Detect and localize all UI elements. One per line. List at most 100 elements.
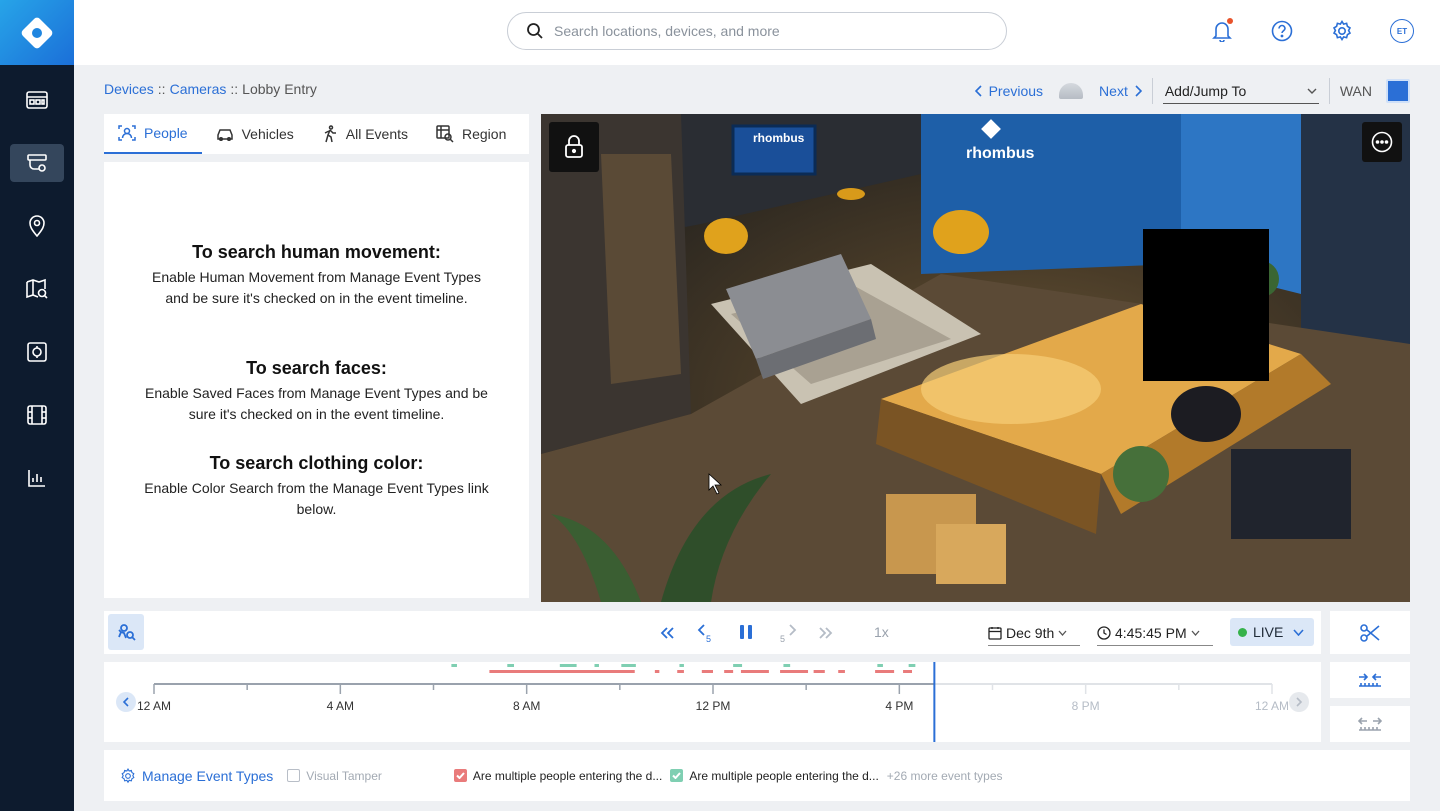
- tab-people[interactable]: People: [104, 114, 202, 154]
- left-nav: [0, 0, 74, 811]
- check-icon: [672, 772, 682, 779]
- event-mark-green: [877, 664, 883, 667]
- breadcrumb-cameras[interactable]: Cameras: [170, 81, 227, 97]
- help-clothing-color: To search clothing color: Enable Color S…: [144, 453, 489, 520]
- device-pager: Previous Next Add/Jump To WAN: [974, 78, 1410, 104]
- more-options-icon: [1371, 131, 1393, 153]
- skip-back-5-button[interactable]: 5: [694, 621, 718, 645]
- live-button[interactable]: LIVE: [1230, 618, 1314, 646]
- nav-item-reports[interactable]: [10, 459, 64, 497]
- film-icon: [27, 405, 47, 425]
- event-mark-green: [908, 664, 916, 667]
- time-picker[interactable]: 4:45:45 PM: [1097, 620, 1213, 646]
- help-human-movement: To search human movement: Enable Human M…: [144, 242, 489, 309]
- playback-controls: 5 5 1x Dec 9th 4:45:45 PM LIVE: [104, 611, 1321, 654]
- event-mark-red: [724, 670, 734, 673]
- event-mark-green: [783, 664, 791, 667]
- video-options-button[interactable]: [1362, 122, 1402, 162]
- event-label: Are multiple people entering the d...: [689, 768, 879, 783]
- event-toggle-multiple-people-red[interactable]: Are multiple people entering the d...: [453, 769, 662, 783]
- checkbox-checked[interactable]: [453, 769, 467, 782]
- global-search[interactable]: [507, 12, 1007, 50]
- checkbox-unchecked[interactable]: [287, 769, 301, 782]
- tab-label: People: [144, 125, 188, 141]
- camera-video-feed[interactable]: rhombus rhombus: [541, 114, 1410, 602]
- timeline-tick-label: 12 AM: [1255, 699, 1289, 713]
- camera-devices-icon: [27, 154, 47, 172]
- search-input[interactable]: [554, 23, 974, 39]
- event-toggle-multiple-people-green[interactable]: Are multiple people entering the d...: [670, 768, 879, 783]
- zoom-out-timeline-button[interactable]: [1330, 706, 1410, 742]
- nav-item-devices[interactable]: [10, 144, 64, 182]
- person-search-toggle[interactable]: [108, 614, 144, 650]
- playback-speed[interactable]: 1x: [874, 624, 889, 640]
- help-button[interactable]: [1270, 19, 1294, 43]
- previous-device-button[interactable]: Previous: [974, 83, 1043, 99]
- user-avatar[interactable]: ET: [1390, 19, 1414, 43]
- time-value: 4:45:45 PM: [1115, 624, 1187, 641]
- nav-item-video-wall[interactable]: [10, 396, 64, 434]
- timeline-tick-label: 12 AM: [137, 699, 171, 713]
- manage-event-types-link[interactable]: Manage Event Types: [120, 768, 273, 784]
- live-status-dot: [1238, 627, 1247, 637]
- car-icon: [216, 129, 233, 141]
- event-mark-red: [677, 670, 684, 673]
- lobby-scene: rhombus rhombus: [541, 114, 1410, 602]
- nav-item-access-control[interactable]: [10, 333, 64, 371]
- skip-forward-5-button[interactable]: 5: [776, 621, 800, 645]
- search-icon: [527, 23, 543, 39]
- nav-item-locations[interactable]: [10, 207, 64, 245]
- zoom-in-timeline-button[interactable]: [1330, 662, 1410, 698]
- nav-item-map-search[interactable]: [10, 270, 64, 308]
- event-mark-green: [559, 664, 577, 667]
- settings-button[interactable]: [1330, 19, 1354, 43]
- timeline-tick-label: 4 AM: [327, 699, 354, 713]
- next-device-button[interactable]: Next: [1099, 83, 1142, 99]
- next-label: Next: [1099, 83, 1128, 99]
- nav-item-dashboard[interactable]: [10, 81, 64, 119]
- timeline-tick-label: 4 PM: [885, 699, 913, 713]
- location-pin-icon: [29, 215, 45, 237]
- tab-label: Region: [462, 126, 507, 142]
- event-mark-red: [838, 670, 845, 673]
- event-mark-red: [654, 670, 660, 673]
- tab-all-events[interactable]: All Events: [308, 114, 422, 154]
- timeline-scroll-left: [116, 692, 136, 712]
- chevron-left-icon: [974, 85, 982, 97]
- tab-vehicles[interactable]: Vehicles: [202, 114, 308, 154]
- notifications-button[interactable]: [1210, 18, 1234, 43]
- date-value: Dec 9th: [1006, 624, 1055, 641]
- jump-forward-button[interactable]: [816, 623, 836, 643]
- add-jump-select[interactable]: Add/Jump To: [1162, 78, 1319, 104]
- dashboard-icon: [26, 91, 48, 109]
- event-mark-green: [679, 664, 684, 667]
- checkbox-checked[interactable]: [670, 769, 684, 782]
- jump-back-button[interactable]: [657, 623, 677, 643]
- event-mark-red: [875, 670, 895, 673]
- date-picker[interactable]: Dec 9th: [988, 620, 1080, 646]
- top-bar: ET: [74, 0, 1440, 65]
- jump-label: Add/Jump To: [1164, 82, 1247, 99]
- skip-back-seconds: 5: [706, 634, 711, 644]
- rewind-5-icon: 5: [697, 624, 711, 644]
- lock-button[interactable]: [549, 122, 599, 172]
- camera-thumbnail: [1059, 83, 1084, 99]
- event-toggle-visual-tamper[interactable]: Visual Tamper: [287, 769, 382, 783]
- divider: [1151, 78, 1153, 104]
- pause-button[interactable]: [736, 622, 756, 642]
- compress-timeline-icon: [1359, 673, 1381, 687]
- event-mark-red: [903, 670, 913, 673]
- clip-button[interactable]: [1330, 611, 1410, 654]
- breadcrumb-devices[interactable]: Devices: [104, 81, 154, 97]
- event-mark-green: [733, 664, 743, 667]
- privacy-mask: [1143, 229, 1269, 381]
- rhombus-logo[interactable]: [0, 0, 74, 65]
- event-timeline[interactable]: 12 AM 4 AM 8 AM 12 PM 4 PM 8 PM 12 AM: [104, 662, 1321, 742]
- expand-timeline-icon: [1358, 717, 1382, 731]
- event-label: Visual Tamper: [306, 768, 382, 783]
- event-mark-red: [740, 670, 769, 673]
- network-port-icon: [1386, 79, 1410, 103]
- more-event-types[interactable]: +26 more event types: [887, 769, 1003, 783]
- help-title: To search faces:: [246, 358, 387, 378]
- tab-region[interactable]: Region: [422, 114, 520, 154]
